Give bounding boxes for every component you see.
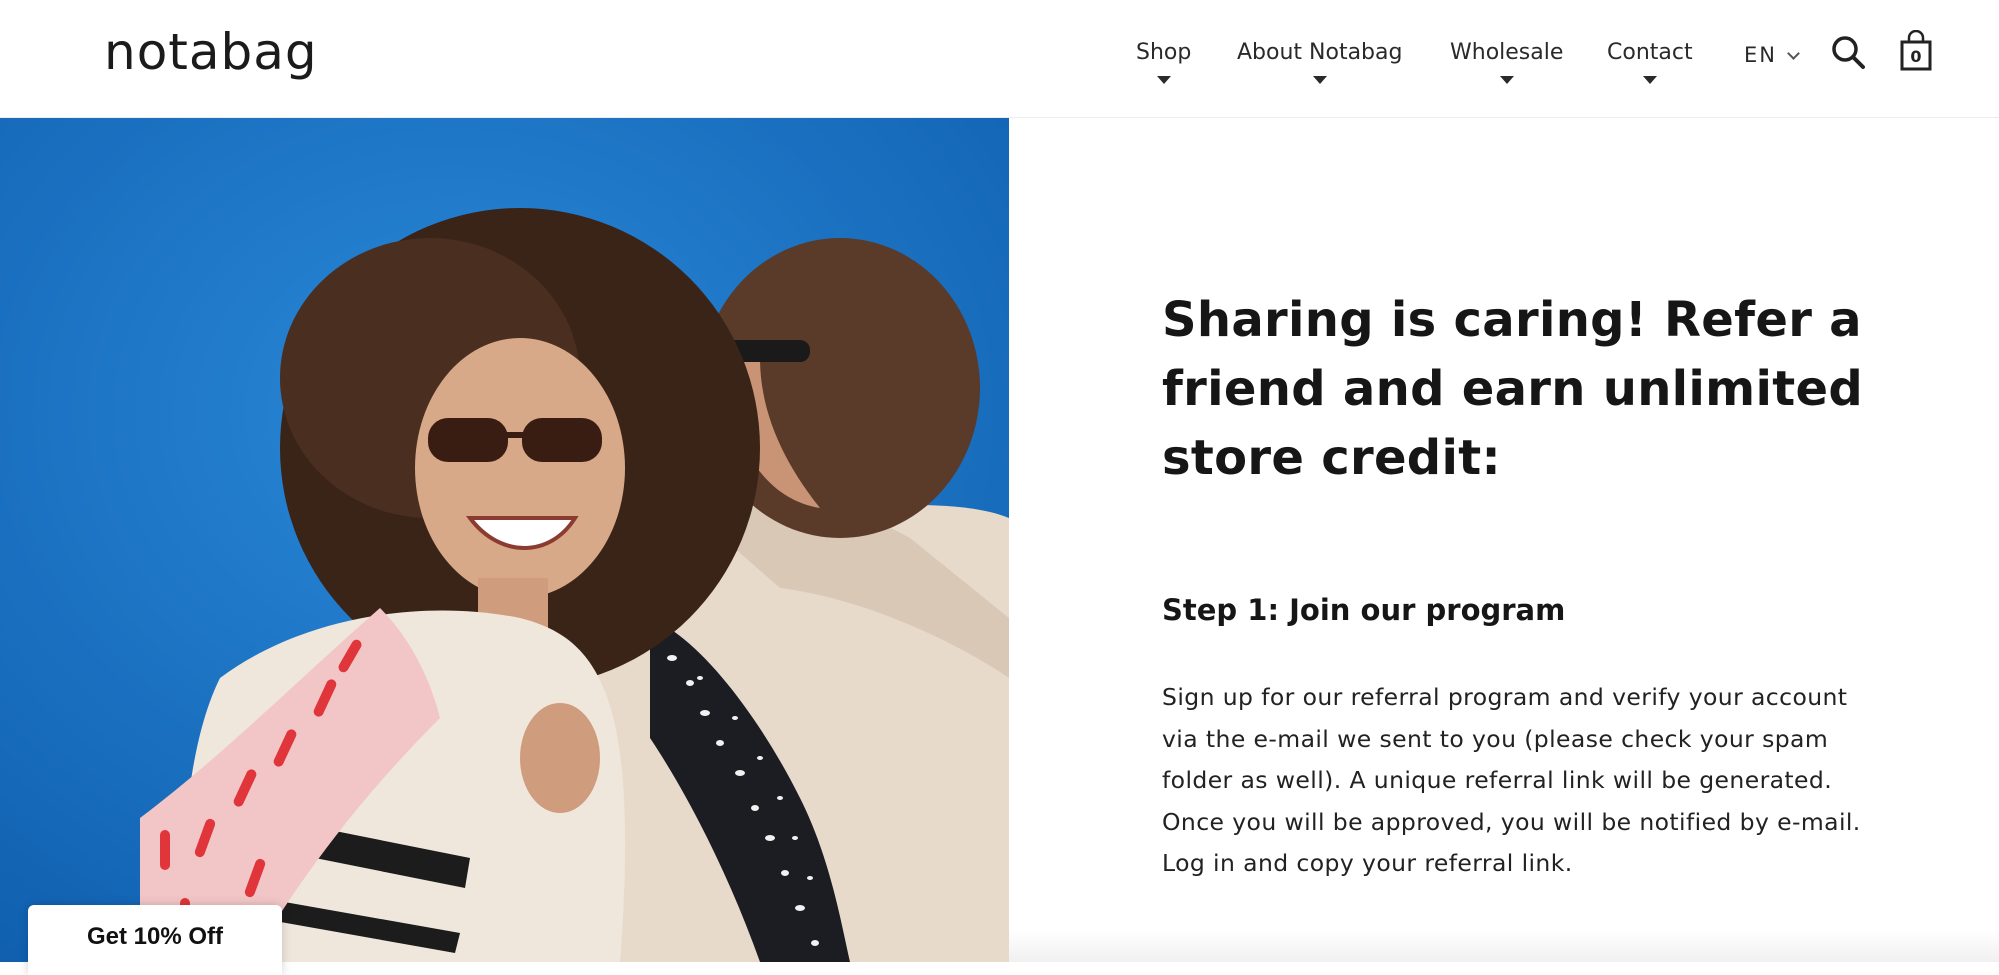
- nav-item-shop[interactable]: Shop: [1136, 38, 1191, 84]
- step-line: Log in and copy your referral link.: [1162, 849, 1573, 877]
- language-label: EN: [1744, 43, 1777, 67]
- site-header: notabag Shop About Notabag Wholesale Con…: [0, 0, 1999, 118]
- nav-item-label: Shop: [1136, 40, 1192, 65]
- page-title: Sharing is caring! Refer a friend and ea…: [1162, 286, 1882, 493]
- discount-popup-button[interactable]: Get 10% Off: [28, 905, 282, 975]
- search-icon: [1832, 36, 1865, 69]
- headline-line: store credit:: [1162, 430, 1501, 486]
- nav-item-about[interactable]: About Notabag: [1237, 38, 1402, 84]
- caret-down-icon: [1642, 76, 1657, 84]
- language-selector[interactable]: EN: [1744, 40, 1800, 70]
- caret-down-icon: [1156, 76, 1171, 84]
- nav-item-label: About Notabag: [1237, 40, 1403, 65]
- headline-line: friend and earn unlimited: [1162, 361, 1864, 417]
- caret-down-icon: [1312, 76, 1327, 84]
- section-divider-shadow: [1009, 930, 1999, 962]
- nav-item-contact[interactable]: Contact: [1607, 38, 1693, 84]
- step-line: Sign up for our referral program and ver…: [1162, 683, 1848, 711]
- nav-item-label: Contact: [1607, 40, 1693, 65]
- logo[interactable]: notabag: [104, 22, 318, 82]
- step-line: via the e-mail we sent to you (please ch…: [1162, 724, 1829, 753]
- step-description: Sign up for our referral program and ver…: [1162, 677, 1882, 885]
- caret-down-icon: [1499, 76, 1514, 84]
- cart-count: 0: [1910, 47, 1922, 66]
- nav-item-label: Wholesale: [1450, 40, 1564, 65]
- search-button[interactable]: [1830, 34, 1866, 70]
- headline-line: Sharing is caring! Refer a: [1162, 292, 1862, 348]
- step-line: Once you will be approved, you will be n…: [1162, 807, 1861, 836]
- referral-headline-block: Sharing is caring! Refer a friend and ea…: [1162, 286, 1882, 493]
- hero-image: [0, 118, 1009, 962]
- step-line: folder as well). A unique referral link …: [1162, 766, 1833, 794]
- nav-item-wholesale[interactable]: Wholesale: [1450, 38, 1563, 84]
- hero-illustration: [0, 118, 1009, 962]
- chevron-down-icon: [1787, 47, 1800, 60]
- step-title: Step 1: Join our program: [1162, 593, 1566, 627]
- cart-button[interactable]: 0: [1898, 29, 1934, 72]
